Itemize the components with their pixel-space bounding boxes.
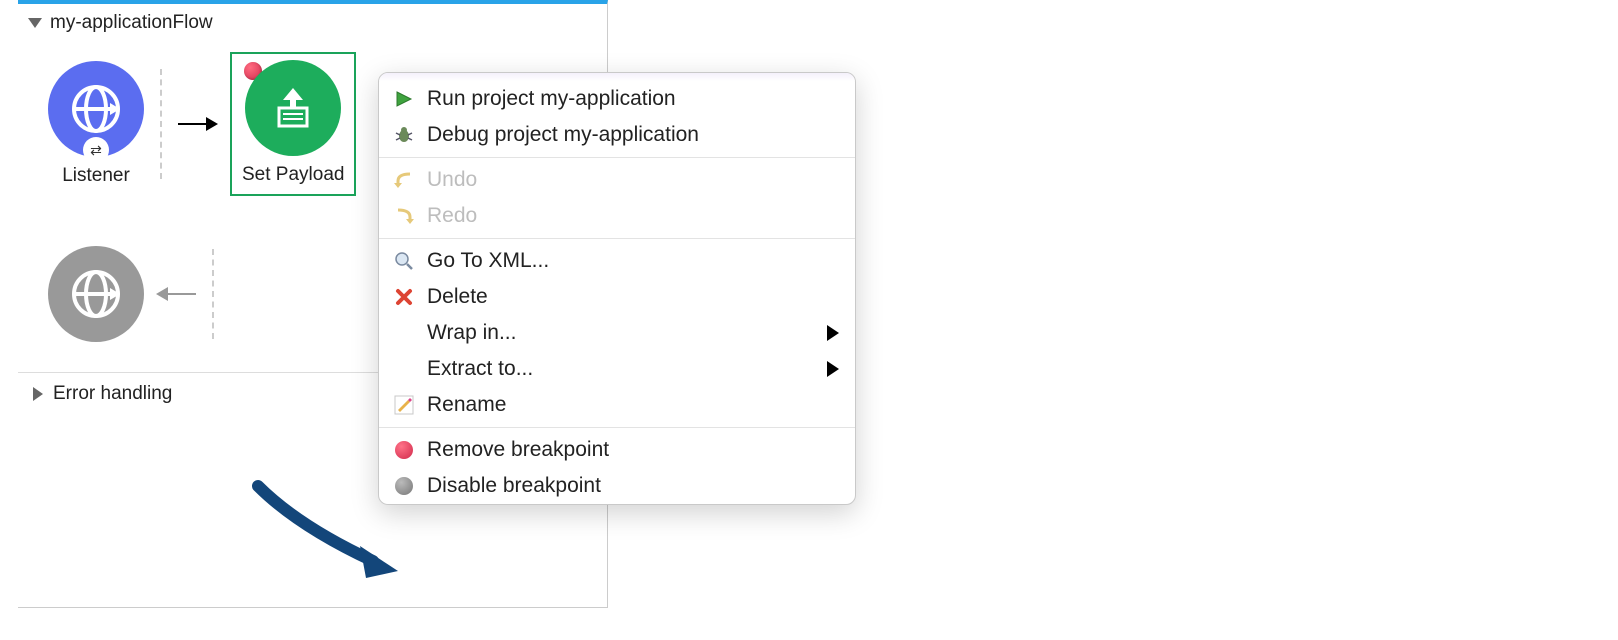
breakpoint-red-icon [393, 439, 415, 461]
menu-wrap-in-label: Wrap in... [427, 321, 516, 345]
menu-run[interactable]: Run project my-application [379, 81, 855, 117]
menu-delete-label: Delete [427, 285, 488, 309]
expand-toggle-icon[interactable] [28, 18, 42, 28]
flow-header[interactable]: my-applicationFlow [18, 4, 607, 42]
response-node[interactable] [48, 246, 144, 342]
set-payload-label: Set Payload [242, 164, 344, 186]
divider-icon [212, 249, 214, 339]
exchange-badge-icon: ⇄ [83, 137, 109, 163]
menu-rename-label: Rename [427, 393, 506, 417]
set-payload-node[interactable]: Set Payload [230, 52, 356, 196]
flow-title: my-applicationFlow [50, 12, 213, 34]
arrow-left-icon [156, 287, 196, 301]
bug-icon [393, 124, 415, 146]
menu-undo-label: Undo [427, 168, 477, 192]
listener-label: Listener [62, 165, 130, 187]
menu-extract-to-label: Extract to... [427, 357, 533, 381]
listener-node[interactable]: ⇄ Listener [48, 61, 144, 187]
breakpoint-gray-icon [393, 475, 415, 497]
menu-separator [379, 238, 855, 239]
menu-separator [379, 157, 855, 158]
set-payload-icon [245, 60, 341, 156]
context-menu: Run project my-application Debug project… [378, 72, 856, 505]
blank-icon [393, 358, 415, 380]
error-handling-label: Error handling [53, 383, 172, 405]
menu-rename[interactable]: Rename [379, 387, 855, 423]
menu-run-label: Run project my-application [427, 87, 676, 111]
play-icon [393, 88, 415, 110]
undo-icon [393, 169, 415, 191]
arrow-right-icon [178, 117, 218, 131]
menu-remove-bp-label: Remove breakpoint [427, 438, 609, 462]
menu-extract-to[interactable]: Extract to... [379, 351, 855, 387]
response-icon [48, 246, 144, 342]
magnifier-icon [393, 250, 415, 272]
listener-icon: ⇄ [48, 61, 144, 157]
menu-redo: Redo [379, 198, 855, 234]
pencil-icon [393, 394, 415, 416]
menu-delete[interactable]: Delete [379, 279, 855, 315]
delete-icon [393, 286, 415, 308]
menu-goto-xml-label: Go To XML... [427, 249, 549, 273]
redo-icon [393, 205, 415, 227]
menu-debug-label: Debug project my-application [427, 123, 699, 147]
submenu-arrow-icon [827, 325, 839, 341]
menu-debug[interactable]: Debug project my-application [379, 117, 855, 153]
blank-icon [393, 322, 415, 344]
menu-goto-xml[interactable]: Go To XML... [379, 243, 855, 279]
menu-wrap-in[interactable]: Wrap in... [379, 315, 855, 351]
menu-remove-breakpoint[interactable]: Remove breakpoint [379, 432, 855, 468]
menu-gradient [379, 73, 855, 81]
menu-disable-breakpoint[interactable]: Disable breakpoint [379, 468, 855, 504]
menu-undo: Undo [379, 162, 855, 198]
menu-disable-bp-label: Disable breakpoint [427, 474, 601, 498]
submenu-arrow-icon [827, 361, 839, 377]
menu-redo-label: Redo [427, 204, 477, 228]
menu-separator [379, 427, 855, 428]
divider-icon [160, 69, 162, 179]
expand-toggle-icon[interactable] [33, 387, 43, 401]
